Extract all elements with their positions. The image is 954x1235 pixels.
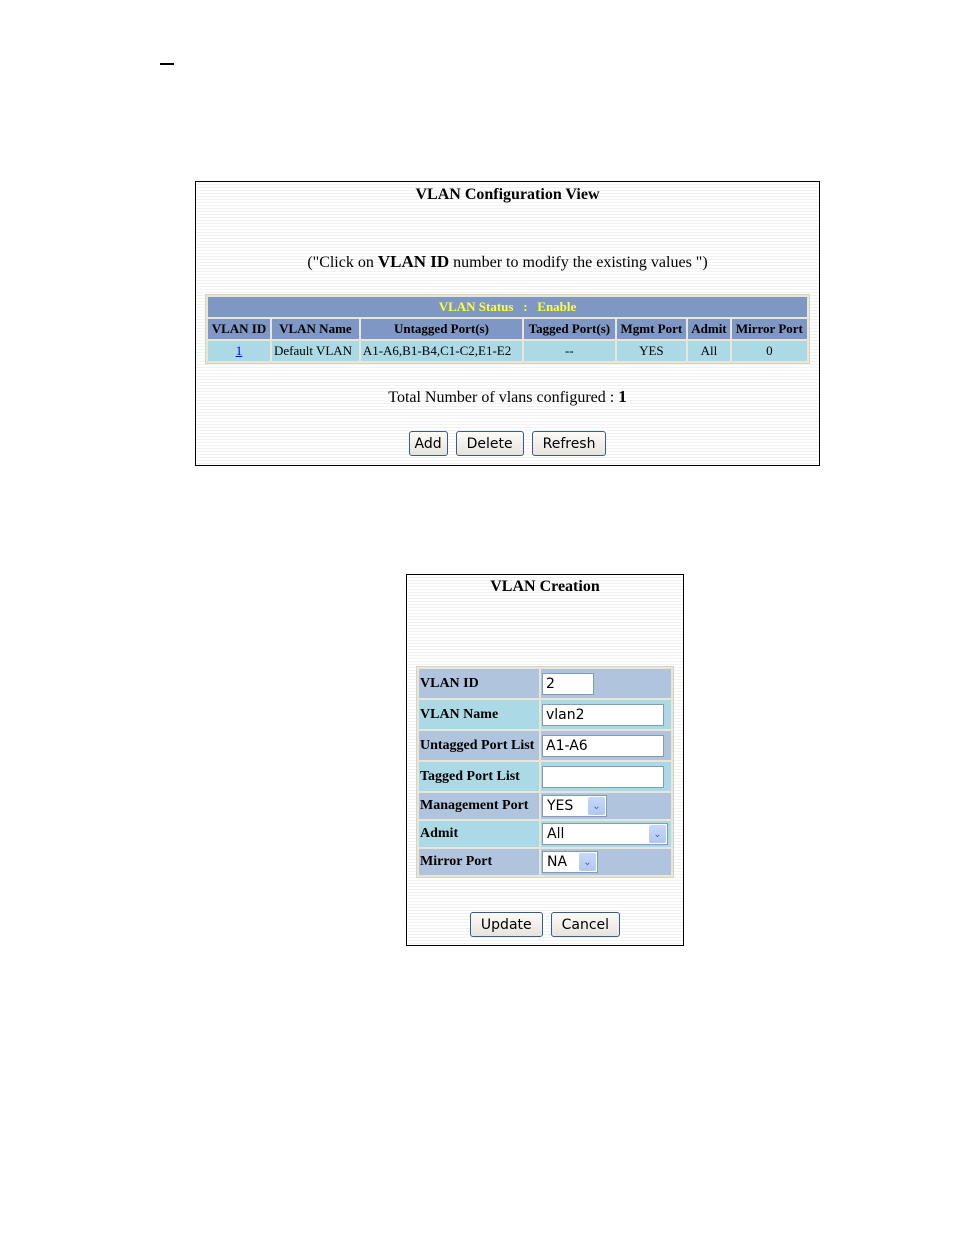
cell-vlan-id: 1 <box>208 341 270 361</box>
cell-untagged-ports: A1-A6,B1-B4,C1-C2,E1-E2 <box>360 341 523 361</box>
vlan-name-label: VLAN Name <box>419 700 539 729</box>
refresh-button[interactable]: Refresh <box>531 431 607 456</box>
untagged-port-list-label: Untagged Port List <box>419 731 539 760</box>
cancel-button[interactable]: Cancel <box>550 912 621 937</box>
cell-vlan-name: Default VLAN <box>271 341 359 361</box>
cell-mirror-port: 0 <box>731 341 807 361</box>
cell-admit: All <box>688 341 730 361</box>
vlan-id-link[interactable]: 1 <box>236 343 243 358</box>
vlan-table: VLAN Status : Enable VLAN ID VLAN Name U… <box>205 294 810 364</box>
vlan-id-cell <box>541 669 671 698</box>
form-row-vlan-name: VLAN Name <box>419 700 671 729</box>
admit-select[interactable]: All ⌄ <box>542 823 668 845</box>
vlan-id-input[interactable] <box>542 672 594 695</box>
untagged-cell <box>541 731 671 760</box>
total-vlans: Total Number of vlans configured : 1 <box>196 387 819 407</box>
hint-bold: VLAN ID <box>377 252 450 271</box>
table-header-row: VLAN ID VLAN Name Untagged Port(s) Tagge… <box>208 319 807 339</box>
form-row-mgmt: Management Port YES ⌄ <box>419 793 671 819</box>
table-row: 1 Default VLAN A1-A6,B1-B4,C1-C2,E1-E2 -… <box>208 341 807 361</box>
form-row-vlan-id: VLAN ID <box>419 669 671 698</box>
total-value: 1 <box>618 387 627 406</box>
dash-mark <box>160 63 174 65</box>
tagged-port-list-input[interactable] <box>542 765 664 788</box>
admit-value: All <box>547 826 565 842</box>
hint-suffix: number to modify the existing values ") <box>449 254 708 271</box>
management-port-value: YES <box>547 798 574 814</box>
chevron-down-icon[interactable]: ⌄ <box>649 825 666 843</box>
cell-tagged-ports: -- <box>524 341 615 361</box>
col-vlan-id: VLAN ID <box>208 319 270 339</box>
vlan-name-input[interactable] <box>542 703 664 726</box>
vlan-status-row: VLAN Status : Enable <box>208 297 807 317</box>
mgmt-cell: YES ⌄ <box>541 793 671 819</box>
admit-cell: All ⌄ <box>541 821 671 847</box>
tagged-cell <box>541 762 671 791</box>
col-mgmt-port: Mgmt Port <box>616 319 687 339</box>
col-untagged-ports: Untagged Port(s) <box>360 319 523 339</box>
total-label: Total Number of vlans configured : <box>388 389 619 406</box>
panel-title: VLAN Creation <box>490 578 600 595</box>
vlan-status: VLAN Status : Enable <box>208 297 807 317</box>
hint-text: ("Click on VLAN ID number to modify the … <box>196 252 819 272</box>
mirror-port-label: Mirror Port <box>419 849 539 875</box>
creation-buttons: Update Cancel <box>407 912 683 937</box>
admit-label: Admit <box>419 821 539 847</box>
mirror-port-value: NA <box>547 854 568 870</box>
cell-mgmt-port: YES <box>616 341 687 361</box>
chevron-down-icon[interactable]: ⌄ <box>588 797 605 815</box>
vlan-name-cell <box>541 700 671 729</box>
management-port-label: Management Port <box>419 793 539 819</box>
col-vlan-name: VLAN Name <box>271 319 359 339</box>
vlan-creation-panel: VLAN Creation VLAN ID VLAN Name Untagged… <box>406 574 684 946</box>
hint-prefix: ("Click on <box>307 254 378 271</box>
chevron-down-icon[interactable]: ⌄ <box>579 853 596 871</box>
col-admit: Admit <box>688 319 730 339</box>
form-row-untagged: Untagged Port List <box>419 731 671 760</box>
form-row-tagged: Tagged Port List <box>419 762 671 791</box>
col-tagged-ports: Tagged Port(s) <box>524 319 615 339</box>
mirror-port-select[interactable]: NA ⌄ <box>542 851 598 873</box>
add-button[interactable]: Add <box>408 431 448 456</box>
update-button[interactable]: Update <box>469 912 543 937</box>
untagged-port-list-input[interactable] <box>542 734 664 757</box>
panel-title: VLAN Configuration View <box>415 186 600 203</box>
management-port-select[interactable]: YES ⌄ <box>542 795 607 817</box>
tagged-port-list-label: Tagged Port List <box>419 762 539 791</box>
form-row-admit: Admit All ⌄ <box>419 821 671 847</box>
col-mirror-port: Mirror Port <box>731 319 807 339</box>
form-row-mirror: Mirror Port NA ⌄ <box>419 849 671 875</box>
vlan-configuration-view-panel: VLAN Configuration View ("Click on VLAN … <box>195 181 820 466</box>
config-buttons: Add Delete Refresh <box>196 431 819 456</box>
mirror-cell: NA ⌄ <box>541 849 671 875</box>
delete-button[interactable]: Delete <box>455 431 524 456</box>
vlan-id-label: VLAN ID <box>419 669 539 698</box>
vlan-creation-form: VLAN ID VLAN Name Untagged Port List Tag… <box>416 666 674 878</box>
